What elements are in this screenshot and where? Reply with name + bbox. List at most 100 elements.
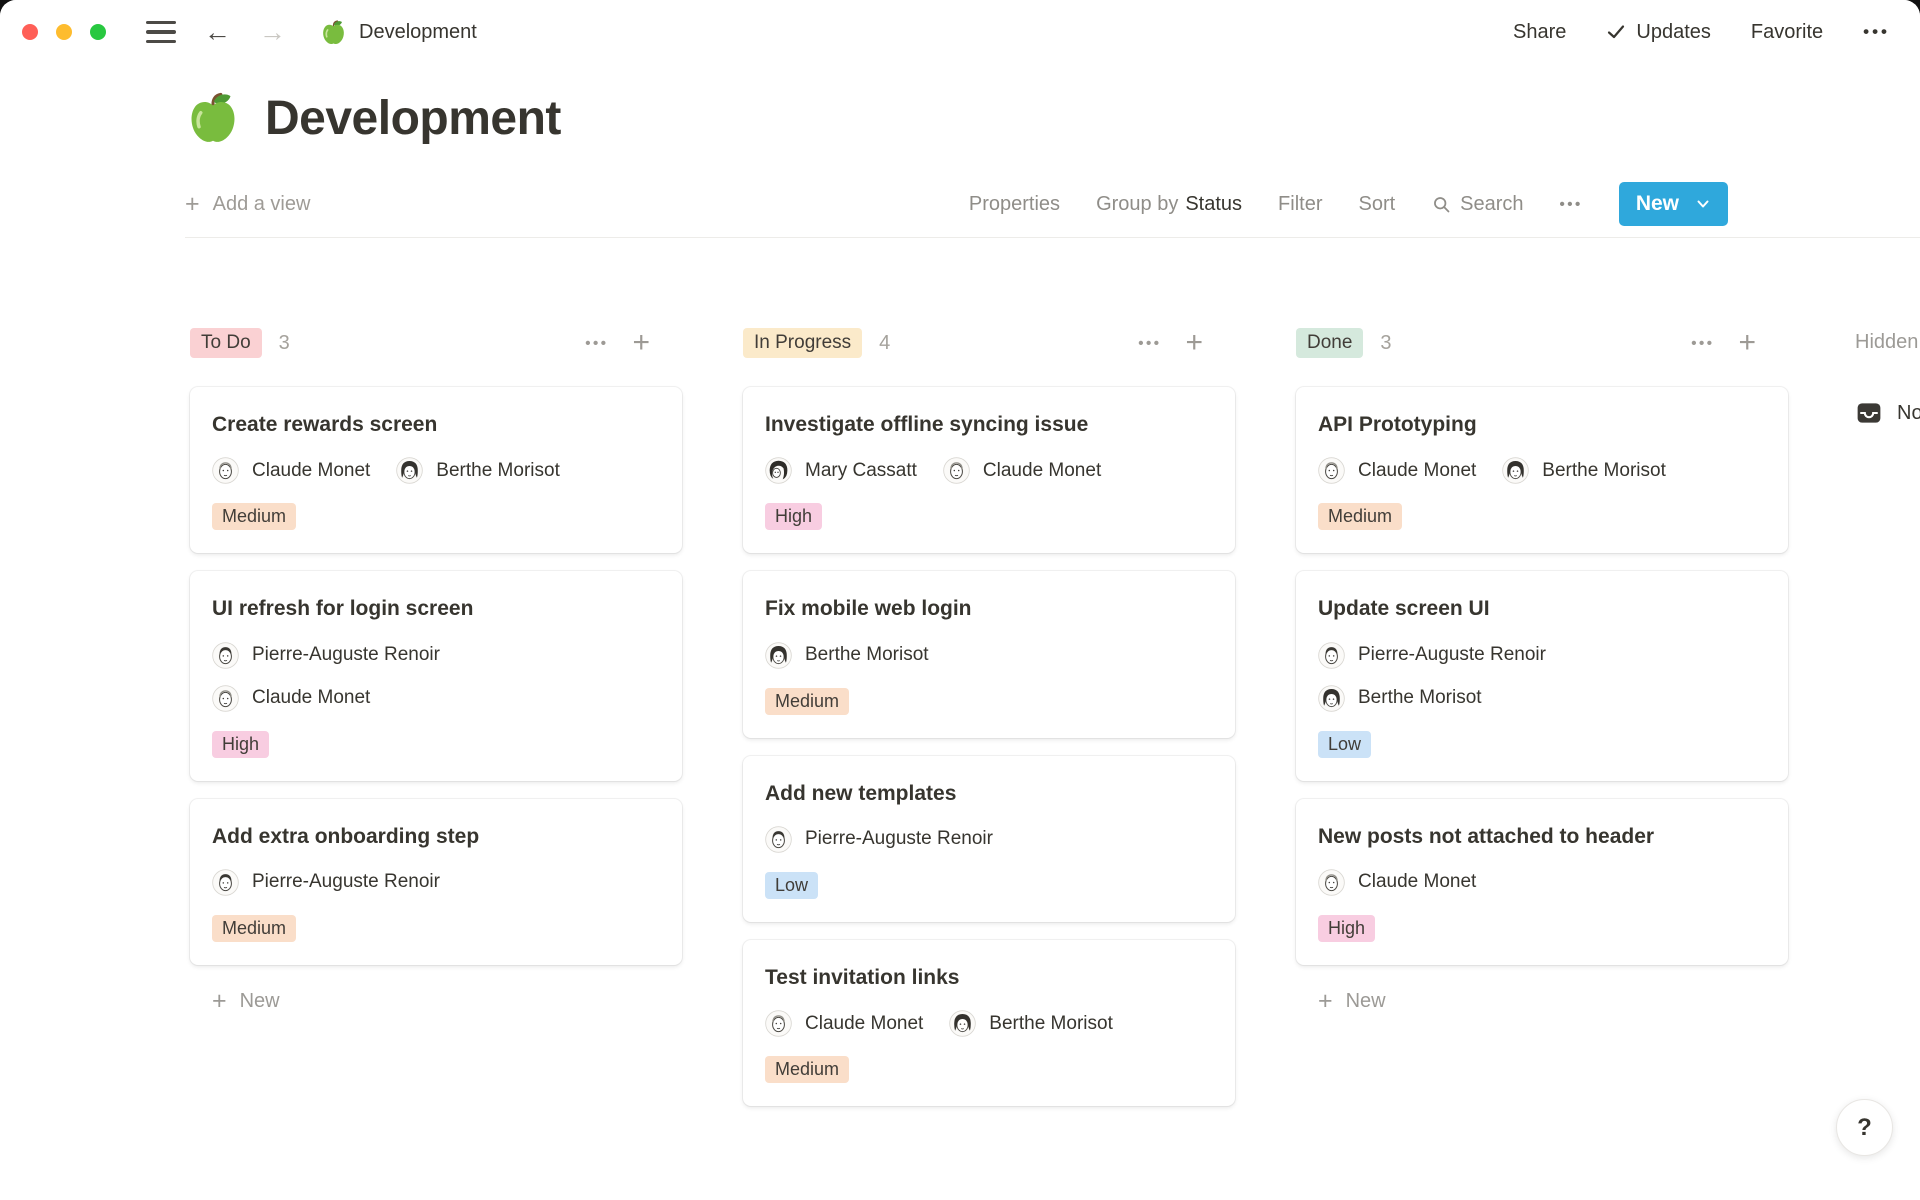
avatar-claude-monet-icon <box>943 457 970 484</box>
close-window-button[interactable] <box>22 24 38 40</box>
hidden-columns-toggle[interactable]: Hidden <box>1855 329 1920 355</box>
page-header: Development <box>0 86 1920 150</box>
assignee-name: Mary Cassatt <box>805 460 917 482</box>
priority-badge: Low <box>1318 731 1371 758</box>
more-options-icon[interactable]: ••• <box>1863 22 1890 42</box>
page-title[interactable]: Development <box>265 91 561 146</box>
assignee: Pierre-Auguste Renoir <box>1318 642 1766 669</box>
maximize-window-button[interactable] <box>90 24 106 40</box>
kanban-card-add-new-templates[interactable]: Add new templates Pierre-Auguste Renoir … <box>743 756 1235 922</box>
filter-button[interactable]: Filter <box>1278 193 1322 216</box>
kanban-card-new-posts-not-attached-to-header[interactable]: New posts not attached to header Claude … <box>1296 799 1788 965</box>
assignee-list: Pierre-Auguste Renoir Claude Monet <box>212 642 660 712</box>
board-column-to-do: To Do 3 ••• + Create rewards screen Clau… <box>190 325 682 1016</box>
column-add-icon[interactable]: + <box>1185 328 1203 358</box>
kanban-card-investigate-offline-syncing-issue[interactable]: Investigate offline syncing issue Mary C… <box>743 387 1235 553</box>
view-more-options-icon[interactable]: ••• <box>1560 196 1583 213</box>
plus-icon: + <box>185 190 200 219</box>
group-by-value: Status <box>1185 193 1242 216</box>
kanban-board: To Do 3 ••• + Create rewards screen Clau… <box>0 325 1920 1106</box>
assignee-name: Pierre-Auguste Renoir <box>805 828 993 850</box>
titlebar-actions: Share Updates Favorite ••• <box>1513 21 1890 44</box>
card-title: API Prototyping <box>1318 412 1766 438</box>
kanban-card-ui-refresh-for-login-screen[interactable]: UI refresh for login screen Pierre-Augus… <box>190 571 682 780</box>
column-header: Done 3 ••• + <box>1296 325 1788 361</box>
card-list: Create rewards screen Claude Monet Berth… <box>190 387 682 965</box>
assignee: Berthe Morisot <box>1318 685 1766 712</box>
column-actions: ••• + <box>1691 328 1788 358</box>
avatar-mary-cassatt-icon <box>765 457 792 484</box>
assignee: Berthe Morisot <box>396 457 560 484</box>
kanban-card-update-screen-ui[interactable]: Update screen UI Pierre-Auguste Renoir B… <box>1296 571 1788 780</box>
avatar-berthe-morisot-icon <box>949 1010 976 1037</box>
add-view-button[interactable]: + Add a view <box>185 190 310 219</box>
avatar-berthe-morisot-icon <box>396 457 423 484</box>
avatar-berthe-morisot-icon <box>1502 457 1529 484</box>
page-green-apple-icon[interactable] <box>185 90 241 146</box>
assignee-list: Claude Monet Berthe Morisot <box>212 457 660 484</box>
new-button[interactable]: New <box>1619 182 1728 226</box>
view-toolbar: + Add a view Properties Group by Status … <box>0 182 1920 226</box>
assignee-list: Pierre-Auguste Renoir <box>765 826 1213 853</box>
assignee: Berthe Morisot <box>949 1010 1113 1037</box>
assignee-name: Berthe Morisot <box>1542 460 1666 482</box>
priority-badge: Medium <box>765 1056 849 1083</box>
minimize-window-button[interactable] <box>56 24 72 40</box>
avatar-claude-monet-icon <box>212 457 239 484</box>
hidden-column-no-status[interactable]: No Status <box>1855 399 1920 427</box>
card-title: UI refresh for login screen <box>212 596 660 622</box>
favorite-button[interactable]: Favorite <box>1751 21 1823 44</box>
kanban-card-test-invitation-links[interactable]: Test invitation links Claude Monet Berth… <box>743 940 1235 1106</box>
card-title: Create rewards screen <box>212 412 660 438</box>
toolbar-right: Properties Group by Status Filter Sort S… <box>969 182 1728 226</box>
card-list: Investigate offline syncing issue Mary C… <box>743 387 1235 1106</box>
column-more-icon[interactable]: ••• <box>585 335 608 352</box>
sort-button[interactable]: Sort <box>1358 193 1395 216</box>
column-status-badge[interactable]: Done <box>1296 328 1363 358</box>
help-button[interactable]: ? <box>1836 1099 1893 1156</box>
group-by-button[interactable]: Group by Status <box>1096 193 1242 216</box>
assignee-list: Claude Monet <box>1318 869 1766 896</box>
sidebar-toggle-icon[interactable] <box>146 21 176 44</box>
priority-badge: Low <box>765 872 818 899</box>
properties-button[interactable]: Properties <box>969 193 1060 216</box>
column-more-icon[interactable]: ••• <box>1138 335 1161 352</box>
assignee: Berthe Morisot <box>1502 457 1666 484</box>
kanban-card-fix-mobile-web-login[interactable]: Fix mobile web login Berthe Morisot Medi… <box>743 571 1235 737</box>
priority-badge: Medium <box>212 915 296 942</box>
assignee-name: Claude Monet <box>1358 871 1476 893</box>
avatar-berthe-morisot-icon <box>765 642 792 669</box>
kanban-card-api-prototyping[interactable]: API Prototyping Claude Monet Berthe Mori… <box>1296 387 1788 553</box>
avatar-claude-monet-icon <box>212 685 239 712</box>
card-title: Add new templates <box>765 781 1213 807</box>
column-status-badge[interactable]: To Do <box>190 328 262 358</box>
assignee: Berthe Morisot <box>765 642 929 669</box>
search-button[interactable]: Search <box>1431 193 1523 216</box>
priority-badge: High <box>765 503 822 530</box>
card-title: Add extra onboarding step <box>212 824 660 850</box>
assignee: Claude Monet <box>212 457 370 484</box>
assignee: Mary Cassatt <box>765 457 917 484</box>
share-button[interactable]: Share <box>1513 21 1566 44</box>
assignee-name: Pierre-Auguste Renoir <box>1358 644 1546 666</box>
breadcrumb[interactable]: Development <box>320 19 477 46</box>
back-arrow-icon[interactable]: ← <box>204 19 231 46</box>
forward-arrow-icon[interactable]: → <box>259 19 286 46</box>
card-title: New posts not attached to header <box>1318 824 1766 850</box>
column-add-icon[interactable]: + <box>632 328 650 358</box>
avatar-pierre-auguste-renoir-icon <box>765 826 792 853</box>
card-title: Fix mobile web login <box>765 596 1213 622</box>
assignee: Pierre-Auguste Renoir <box>212 869 440 896</box>
assignee: Claude Monet <box>212 685 660 712</box>
kanban-card-create-rewards-screen[interactable]: Create rewards screen Claude Monet Berth… <box>190 387 682 553</box>
column-add-icon[interactable]: + <box>1738 328 1756 358</box>
updates-button[interactable]: Updates <box>1606 21 1711 44</box>
column-header: To Do 3 ••• + <box>190 325 682 361</box>
add-card-button[interactable]: + New <box>1296 987 1788 1016</box>
board-column-done: Done 3 ••• + API Prototyping Claude Mone… <box>1296 325 1788 1016</box>
column-more-icon[interactable]: ••• <box>1691 335 1714 352</box>
add-card-button[interactable]: + New <box>190 987 682 1016</box>
assignee: Claude Monet <box>765 1010 923 1037</box>
column-status-badge[interactable]: In Progress <box>743 328 862 358</box>
kanban-card-add-extra-onboarding-step[interactable]: Add extra onboarding step Pierre-Auguste… <box>190 799 682 965</box>
